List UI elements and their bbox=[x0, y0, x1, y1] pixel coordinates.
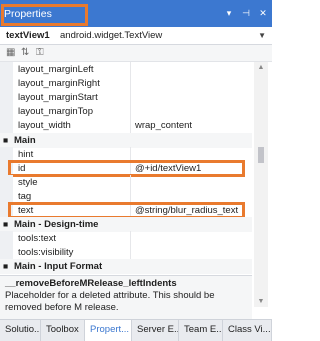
property-grid: layout_marginLeft layout_marginRightlayou… bbox=[0, 62, 252, 307]
categorized-icon[interactable]: ▦ bbox=[6, 47, 15, 59]
tab-propert[interactable]: Propert... bbox=[85, 320, 132, 341]
category-label: Main bbox=[14, 134, 36, 146]
object-selector[interactable]: textView1 android.widget.TextView ▼ bbox=[0, 27, 272, 45]
column-divider bbox=[130, 231, 131, 247]
property-row[interactable]: layout_marginTop bbox=[0, 104, 252, 120]
scroll-down-icon[interactable]: ▼ bbox=[254, 298, 268, 305]
tab-teame[interactable]: Team E... bbox=[179, 320, 223, 341]
property-row[interactable]: layout_marginStart bbox=[0, 90, 252, 106]
object-type: android.widget.TextView bbox=[60, 30, 163, 41]
property-name: layout_marginRight bbox=[18, 78, 100, 90]
row-gutter bbox=[0, 245, 13, 261]
property-value[interactable]: wrap_content bbox=[135, 120, 192, 131]
scrollbar-thumb[interactable] bbox=[258, 147, 264, 163]
property-name: layout_marginTop bbox=[18, 106, 93, 118]
category-label: Main - Input Format bbox=[14, 261, 103, 273]
property-row[interactable]: layout_marginRight bbox=[0, 76, 252, 92]
property-name: tag bbox=[18, 190, 32, 202]
property-name: tools:text bbox=[18, 233, 57, 245]
property-pages-icon[interactable]: ⚿ bbox=[36, 47, 44, 59]
tab-classvi[interactable]: Class Vi... bbox=[223, 320, 272, 341]
vertical-scrollbar[interactable]: ▲ ▼ bbox=[254, 62, 268, 307]
column-divider bbox=[130, 90, 131, 106]
row-gutter bbox=[0, 118, 13, 134]
column-divider bbox=[130, 118, 131, 134]
dropdown-icon[interactable]: ▾ bbox=[224, 8, 234, 19]
tab-solutio[interactable]: Solutio... bbox=[0, 320, 41, 341]
window-controls: ▾ ⊣ ✕ bbox=[224, 8, 268, 19]
column-divider bbox=[130, 104, 131, 120]
column-divider bbox=[130, 174, 131, 190]
property-row[interactable]: tools:text bbox=[0, 231, 252, 247]
title-highlight-box bbox=[1, 4, 88, 26]
row-gutter bbox=[0, 62, 13, 77]
row-gutter bbox=[0, 76, 13, 92]
close-icon[interactable]: ✕ bbox=[258, 8, 268, 19]
row-gutter bbox=[0, 90, 13, 106]
property-row[interactable]: layout_marginLeft bbox=[0, 62, 252, 77]
column-divider bbox=[130, 62, 131, 77]
property-row[interactable]: layout_width wrap_content bbox=[0, 118, 252, 134]
description-text: Placeholder for a deleted attribute. Thi… bbox=[5, 290, 215, 313]
collapse-icon[interactable]: ■ bbox=[3, 219, 8, 229]
row-gutter bbox=[0, 174, 13, 190]
object-name: textView1 bbox=[6, 30, 50, 41]
category-header[interactable]: ■ Main bbox=[0, 132, 252, 148]
collapse-icon[interactable]: ■ bbox=[3, 135, 8, 145]
scroll-up-icon[interactable]: ▲ bbox=[254, 64, 268, 71]
tab-servere[interactable]: Server E... bbox=[132, 320, 179, 341]
property-name: layout_marginLeft bbox=[18, 64, 94, 75]
category-header[interactable]: ■ Main - Design-time bbox=[0, 217, 252, 233]
property-name: tools:visibility bbox=[18, 247, 74, 259]
category-label: Main - Design-time bbox=[14, 219, 99, 231]
panel-tabs: Solutio... Toolbox Propert... Server E... Te… bbox=[0, 319, 272, 341]
column-divider bbox=[130, 245, 131, 261]
row-gutter bbox=[0, 104, 13, 120]
tab-toolbox[interactable]: Toolbox bbox=[41, 320, 85, 341]
collapse-icon[interactable]: ■ bbox=[3, 261, 8, 271]
chevron-down-icon[interactable]: ▼ bbox=[258, 31, 266, 40]
property-row[interactable]: tools:visibility bbox=[0, 245, 252, 261]
alphabetical-icon[interactable]: ⇅ bbox=[21, 47, 29, 59]
description-pane: __removeBeforeMRelease_leftIndents Place… bbox=[0, 275, 252, 319]
property-name: style bbox=[18, 176, 38, 188]
properties-toolbar: ▦ ⇅ ⚿ bbox=[0, 45, 272, 62]
row-gutter bbox=[0, 231, 13, 247]
property-name: layout_marginStart bbox=[18, 92, 98, 104]
property-row[interactable]: style bbox=[0, 174, 252, 190]
column-divider bbox=[130, 76, 131, 92]
description-title: __removeBeforeMRelease_leftIndents bbox=[5, 278, 177, 289]
pin-icon[interactable]: ⊣ bbox=[241, 8, 251, 19]
category-header[interactable]: ■ Main - Input Format bbox=[0, 259, 252, 275]
property-name: hint bbox=[18, 148, 34, 160]
property-name: layout_width bbox=[18, 120, 71, 132]
